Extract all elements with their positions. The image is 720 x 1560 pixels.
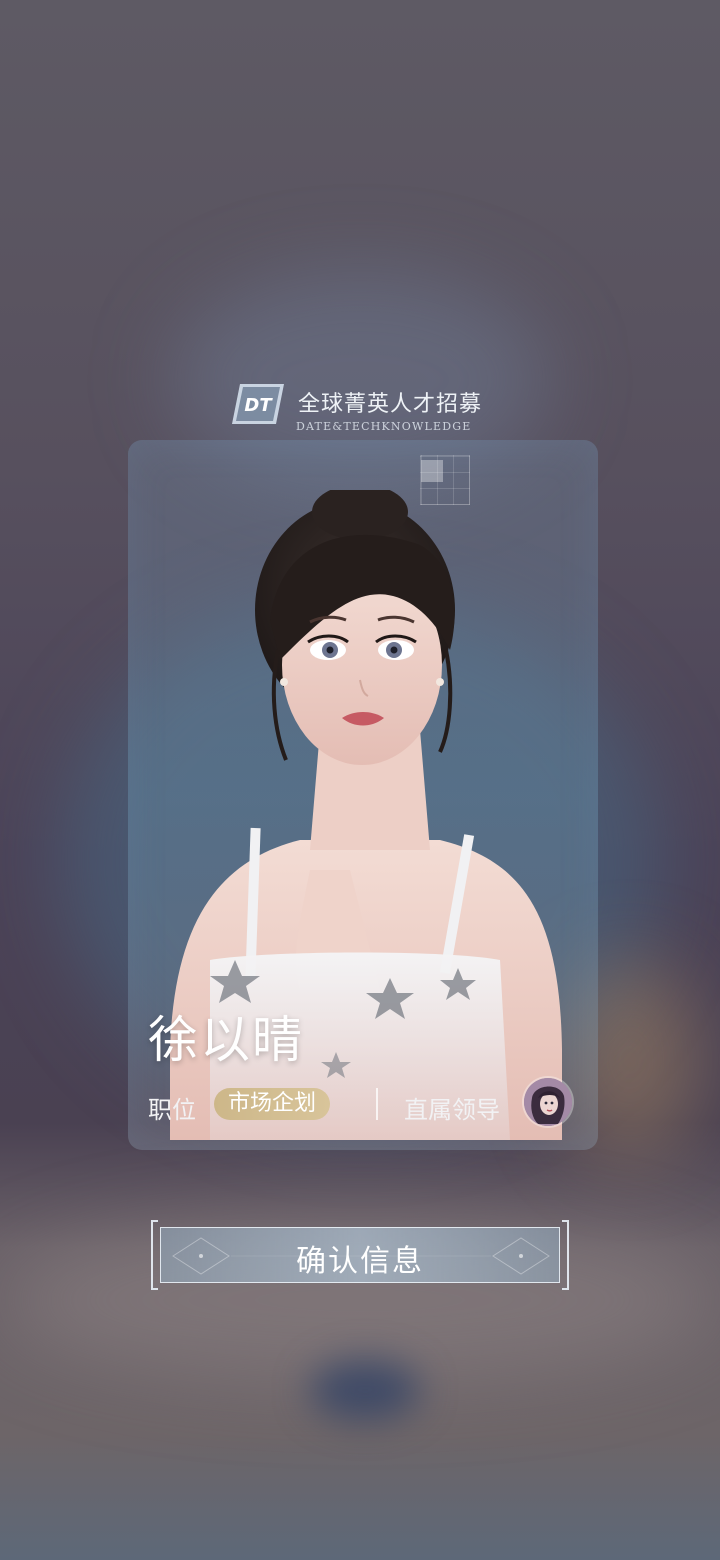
info-row: 职位 市场企划 直属领导 bbox=[148, 1078, 588, 1126]
confirm-info-button[interactable]: 确认信息 bbox=[150, 1219, 570, 1291]
confirm-button-label: 确认信息 bbox=[296, 1244, 424, 1279]
divider bbox=[376, 1088, 378, 1120]
dt-logo-icon: DT bbox=[232, 384, 284, 424]
brand-subtitle: DATE&TECHKNOWLEDGE bbox=[296, 420, 472, 433]
position-label: 职位 bbox=[148, 1096, 196, 1124]
leader-label: 直属领导 bbox=[404, 1096, 500, 1124]
character-name: 徐以晴 bbox=[148, 1011, 304, 1069]
recruitment-screen: DT 全球菁英人才招募 DATE&TECHKNOWLEDGE 徐以晴 职位 市场… bbox=[0, 0, 720, 1560]
logo-text: DT bbox=[244, 395, 273, 416]
avatar-icon bbox=[524, 1078, 572, 1126]
position-badge: 市场企划 bbox=[214, 1088, 331, 1120]
brand-title: 全球菁英人才招募 bbox=[298, 392, 483, 417]
brand-header: DT 全球菁英人才招募 DATE&TECHKNOWLEDGE bbox=[228, 380, 508, 440]
background-glow bbox=[310, 1360, 420, 1420]
leader-avatar[interactable] bbox=[524, 1078, 572, 1126]
